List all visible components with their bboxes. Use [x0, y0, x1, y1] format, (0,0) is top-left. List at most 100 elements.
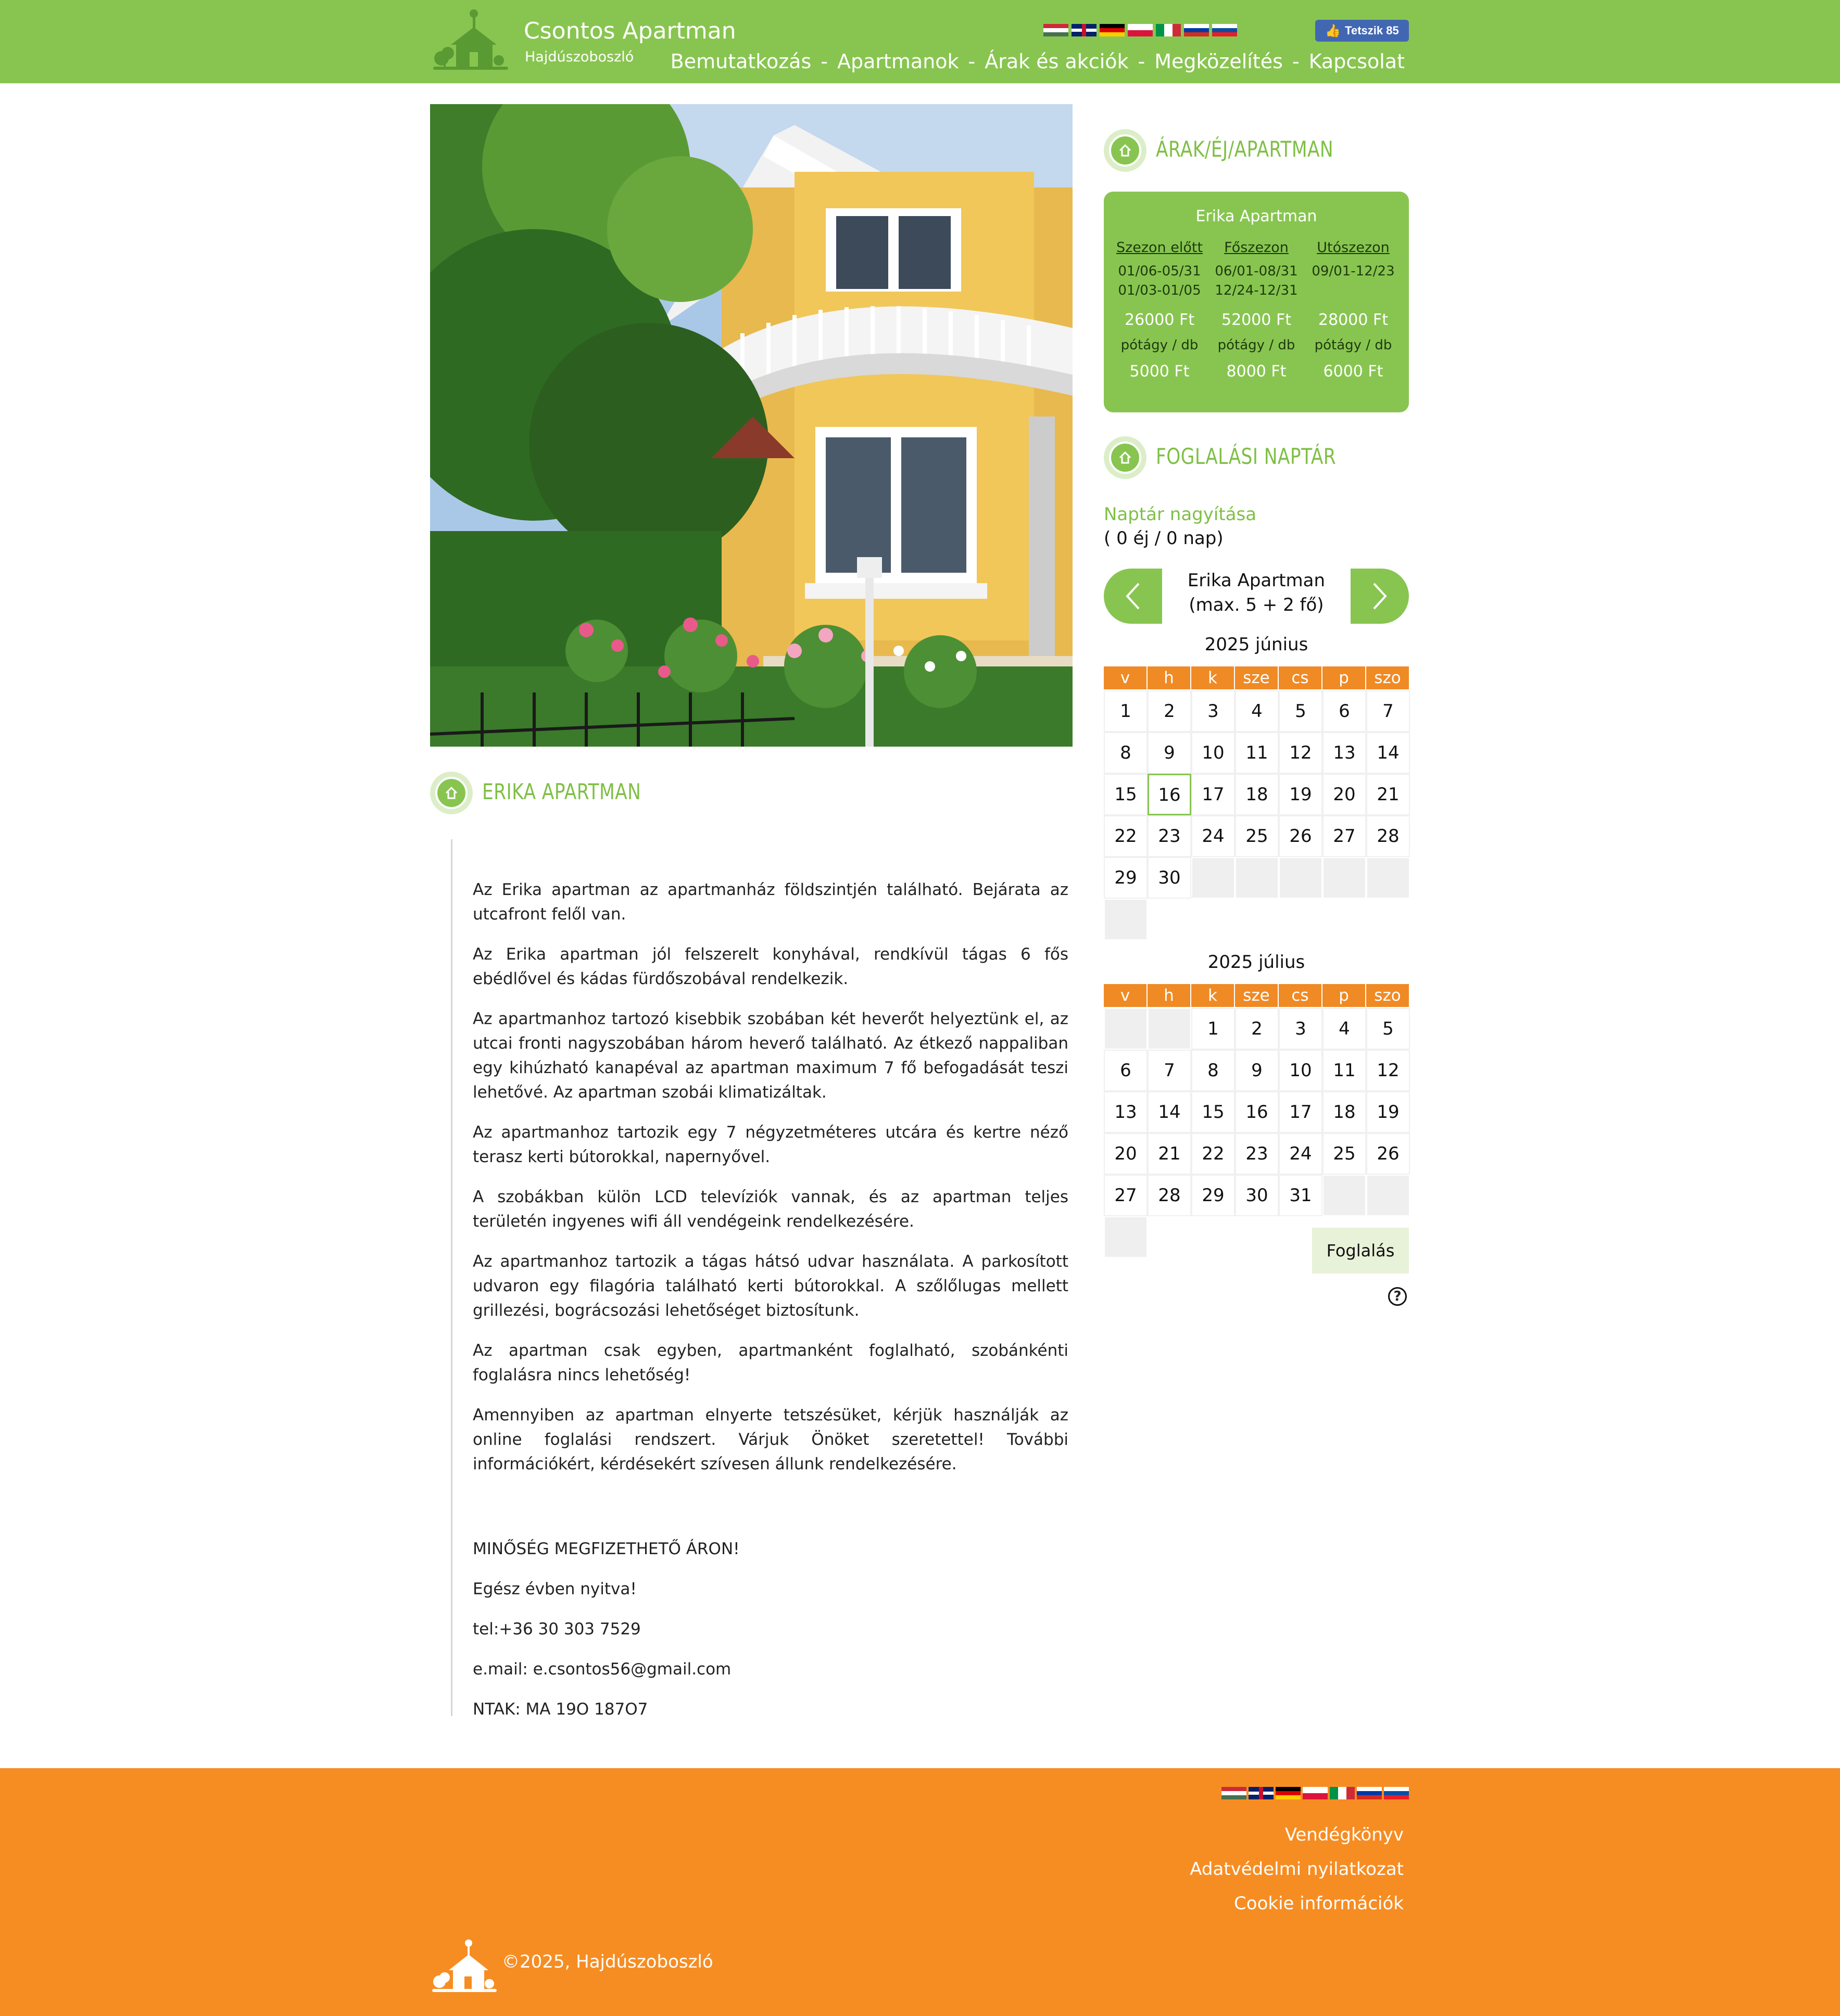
calendar-day[interactable]: 9 — [1235, 1050, 1279, 1091]
chevron-left-icon — [1126, 583, 1140, 610]
italian-flag[interactable] — [1156, 24, 1181, 36]
house-logo-icon[interactable] — [430, 8, 508, 73]
calendar-day[interactable]: 20 — [1322, 774, 1366, 815]
english-flag[interactable] — [1249, 1787, 1274, 1799]
slovak-flag[interactable] — [1212, 24, 1237, 36]
calendar-day[interactable]: 24 — [1279, 1133, 1322, 1175]
calendar-day[interactable]: 3 — [1279, 1008, 1322, 1050]
calendar-day[interactable]: 20 — [1104, 1133, 1148, 1175]
calendar-day[interactable]: 19 — [1366, 1091, 1410, 1133]
calendar-day[interactable]: 5 — [1366, 1008, 1410, 1050]
calendar-day[interactable]: 4 — [1322, 1008, 1366, 1050]
calendar-day[interactable]: 29 — [1104, 857, 1148, 899]
calendar-day[interactable]: 22 — [1104, 815, 1148, 857]
nav-item-bemutatkozas[interactable]: Bemutatkozás — [671, 50, 812, 73]
calendar-day[interactable]: 7 — [1148, 1050, 1191, 1091]
nav-item-megkozelites[interactable]: Megközelítés — [1154, 50, 1283, 73]
calendar-day[interactable]: 11 — [1322, 1050, 1366, 1091]
calendar-day[interactable]: 5 — [1279, 690, 1322, 732]
weekday-label: h — [1148, 666, 1191, 689]
calendar-day[interactable]: 15 — [1191, 1091, 1235, 1133]
hungarian-flag[interactable] — [1221, 1787, 1246, 1799]
phone-number[interactable]: tel:+36 30 303 7529 — [473, 1617, 1068, 1642]
calendar-day[interactable]: 25 — [1235, 815, 1279, 857]
nav-item-kapcsolat[interactable]: Kapcsolat — [1309, 50, 1405, 73]
footer-link-cookies[interactable]: Cookie információk — [1234, 1893, 1404, 1914]
calendar-day[interactable]: 23 — [1235, 1133, 1279, 1175]
calendar-day[interactable]: 2 — [1235, 1008, 1279, 1050]
calendar-day[interactable]: 16 — [1235, 1091, 1279, 1133]
calendar-day[interactable]: 12 — [1366, 1050, 1410, 1091]
help-icon[interactable]: ? — [1388, 1287, 1407, 1306]
german-flag[interactable] — [1100, 24, 1125, 36]
calendar-day[interactable]: 10 — [1191, 732, 1235, 774]
slovak-flag[interactable] — [1384, 1787, 1409, 1799]
calendar-day[interactable]: 26 — [1366, 1133, 1410, 1175]
calendar-day[interactable]: 1 — [1191, 1008, 1235, 1050]
english-flag[interactable] — [1072, 24, 1097, 36]
calendar-day[interactable]: 28 — [1366, 815, 1410, 857]
nav-item-apartmanok[interactable]: Apartmanok — [837, 50, 959, 73]
calendar-day[interactable]: 14 — [1366, 732, 1410, 774]
calendar-day[interactable]: 3 — [1191, 690, 1235, 732]
calendar-day[interactable]: 30 — [1235, 1175, 1279, 1216]
season-price: 26000 Ft — [1125, 311, 1194, 329]
calendar-day[interactable]: 25 — [1322, 1133, 1366, 1175]
facebook-like-button[interactable]: 👍 Tetszik 85 — [1315, 20, 1409, 42]
polish-flag[interactable] — [1128, 24, 1153, 36]
calendar-day[interactable]: 9 — [1148, 732, 1191, 774]
calendar-day[interactable]: 6 — [1104, 1050, 1148, 1091]
calendar-day[interactable]: 21 — [1366, 774, 1410, 815]
russian-flag[interactable] — [1357, 1787, 1382, 1799]
calendar-day[interactable]: 7 — [1366, 690, 1410, 732]
calendar-day[interactable]: 27 — [1322, 815, 1366, 857]
ntak-number: NTAK: MA 19O 187O7 — [473, 1700, 648, 1719]
calendar-day[interactable]: 21 — [1148, 1133, 1191, 1175]
calendar-day[interactable]: 27 — [1104, 1175, 1148, 1216]
italian-flag[interactable] — [1330, 1787, 1355, 1799]
calendar-day[interactable]: 23 — [1148, 815, 1191, 857]
hungarian-flag[interactable] — [1043, 24, 1068, 36]
calendar-day[interactable]: 8 — [1104, 732, 1148, 774]
calendar-day[interactable]: 8 — [1191, 1050, 1235, 1091]
calendar-day[interactable]: 19 — [1279, 774, 1322, 815]
german-flag[interactable] — [1276, 1787, 1301, 1799]
nav-item-arak[interactable]: Árak és akciók — [985, 50, 1128, 73]
calendar-day[interactable]: 14 — [1148, 1091, 1191, 1133]
weekday-label: szo — [1366, 984, 1410, 1007]
footer-link-privacy[interactable]: Adatvédelmi nyilatkozat — [1190, 1859, 1404, 1880]
calendar-day[interactable]: 11 — [1235, 732, 1279, 774]
calendar-day[interactable]: 6 — [1322, 690, 1366, 732]
nav-separator: - — [821, 50, 828, 73]
polish-flag[interactable] — [1303, 1787, 1328, 1799]
calendar-day[interactable]: 4 — [1235, 690, 1279, 732]
email-address[interactable]: e.mail: e.csontos56@gmail.com — [473, 1657, 1068, 1682]
footer-link-guestbook[interactable]: Vendégkönyv — [1285, 1824, 1404, 1845]
calendar-day[interactable]: 18 — [1235, 774, 1279, 815]
calendar-day[interactable]: 26 — [1279, 815, 1322, 857]
calendar-day[interactable]: 13 — [1322, 732, 1366, 774]
calendar-day[interactable]: 31 — [1279, 1175, 1322, 1216]
calendar-day[interactable]: 13 — [1104, 1091, 1148, 1133]
enlarge-calendar-link[interactable]: Naptár nagyítása — [1104, 504, 1256, 525]
main-nav: Bemutatkozás - Apartmanok - Árak és akci… — [671, 50, 1405, 73]
russian-flag[interactable] — [1184, 24, 1209, 36]
calendar-day[interactable]: 10 — [1279, 1050, 1322, 1091]
calendar-day[interactable]: 16 — [1148, 774, 1191, 815]
calendar-day[interactable]: 18 — [1322, 1091, 1366, 1133]
calendar-day[interactable]: 29 — [1191, 1175, 1235, 1216]
calendar-day[interactable]: 17 — [1279, 1091, 1322, 1133]
calendar-day[interactable]: 1 — [1104, 690, 1148, 732]
calendar-day[interactable]: 2 — [1148, 690, 1191, 732]
calendar-day[interactable]: 28 — [1148, 1175, 1191, 1216]
calendar-day[interactable]: 24 — [1191, 815, 1235, 857]
calendar-day[interactable]: 17 — [1191, 774, 1235, 815]
calendar-day[interactable]: 30 — [1148, 857, 1191, 899]
booking-button[interactable]: Foglalás — [1312, 1228, 1409, 1274]
previous-apartment-button[interactable] — [1104, 569, 1162, 624]
calendar-day[interactable]: 15 — [1104, 774, 1148, 815]
calendar-day[interactable]: 22 — [1191, 1133, 1235, 1175]
next-apartment-button[interactable] — [1351, 569, 1409, 624]
calendar-day[interactable]: 12 — [1279, 732, 1322, 774]
site-title[interactable]: Csontos Apartman — [524, 18, 736, 44]
